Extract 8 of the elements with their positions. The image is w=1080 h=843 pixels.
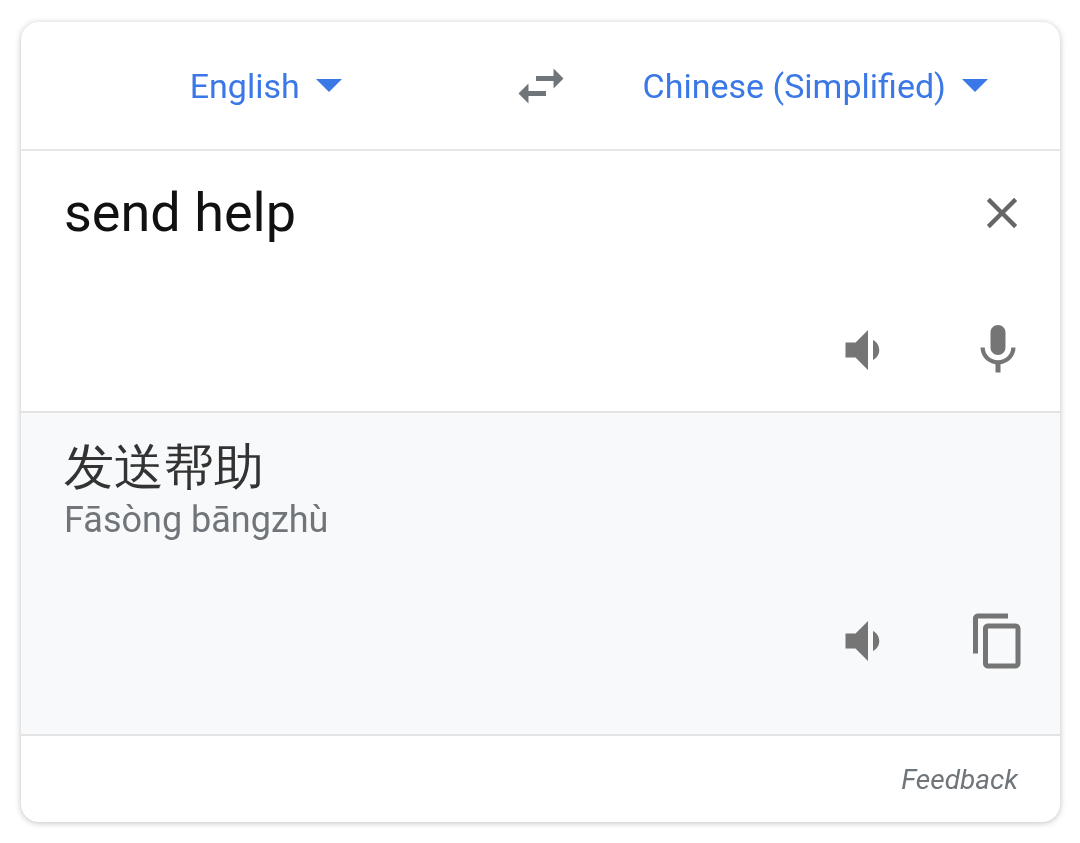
target-language-button[interactable]: Chinese (Simplified) [642,65,988,106]
feedback-link[interactable]: Feedback [901,762,1018,796]
caret-icon [961,79,988,92]
translation-text: 发送帮助 [64,437,265,497]
source-text-field[interactable]: send help [64,181,976,244]
caret-icon [315,79,342,92]
romanization-text: Fāsòng bāngzhù [64,499,330,541]
source-language-button[interactable]: English [189,65,342,106]
